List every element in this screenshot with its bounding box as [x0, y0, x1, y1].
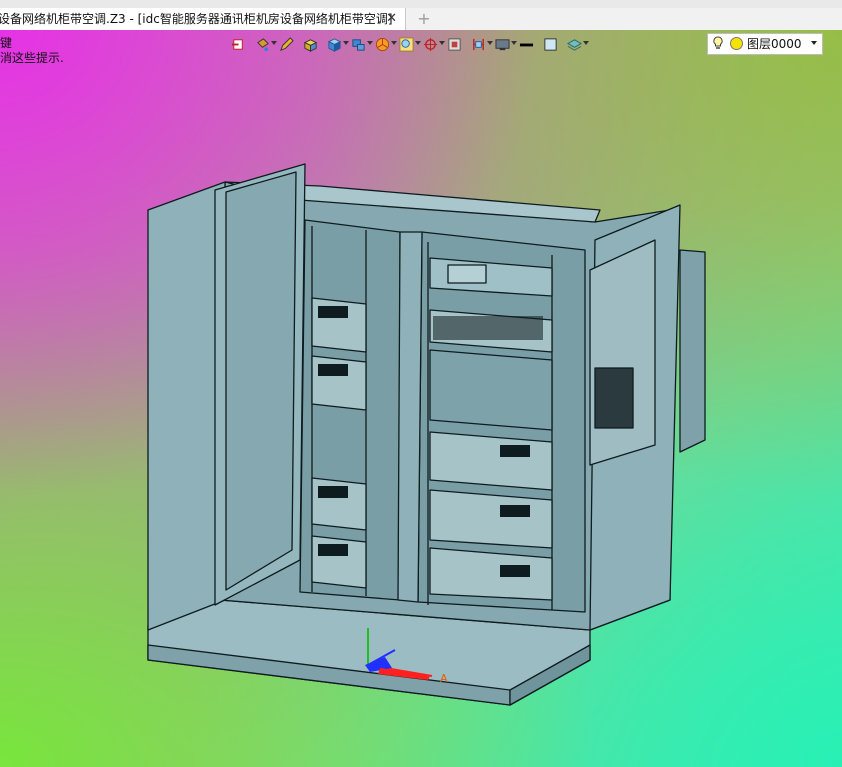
tab-active-document[interactable]: 设备网络机柜带空调.Z3 - [idc智能服务器通讯柜机房设备网络机柜带空调] … — [0, 8, 406, 30]
paint-bucket-icon[interactable] — [252, 35, 277, 53]
drawer-1 — [429, 431, 553, 491]
layer-color-swatch[interactable] — [730, 37, 743, 50]
shelf-1 — [429, 349, 553, 431]
cube-stack-icon[interactable] — [348, 35, 373, 53]
layer-dropdown[interactable]: 图层0000 — [707, 33, 823, 55]
crosshair-icon[interactable] — [420, 35, 445, 53]
prompt-line-2: 消这些提示. — [0, 51, 64, 65]
view-toolbar — [228, 34, 589, 54]
prompt-line-1: 键 — [0, 36, 13, 50]
close-icon[interactable]: ✕ — [386, 8, 397, 30]
bulb-icon[interactable] — [712, 36, 724, 51]
exit-icon[interactable] — [228, 35, 248, 53]
fill-square-icon[interactable] — [540, 35, 560, 53]
3d-viewport[interactable]: A — [0, 30, 842, 767]
box-yellow-icon[interactable] — [300, 35, 320, 53]
layer-name: 图层0000 — [747, 37, 802, 51]
command-prompt: 键 消这些提示. — [0, 36, 64, 66]
ac-unit — [589, 239, 656, 466]
layer-stack-icon[interactable] — [564, 35, 589, 53]
cabinet-model: A — [147, 163, 706, 706]
tab-label: 设备网络机柜带空调.Z3 - [idc智能服务器通讯柜机房设备网络机柜带空调] — [0, 12, 393, 26]
drawer-2 — [429, 489, 553, 549]
svg-text:A: A — [440, 672, 448, 685]
tab-bar: 设备网络机柜带空调.Z3 - [idc智能服务器通讯柜机房设备网络机柜带空调] … — [0, 8, 842, 31]
dimension-icon[interactable] — [468, 35, 493, 53]
cube-blue-icon[interactable] — [324, 35, 349, 53]
color-wheel-icon[interactable] — [372, 35, 397, 53]
line-style-icon[interactable] — [516, 35, 536, 53]
display-mode-icon[interactable] — [492, 35, 517, 53]
zoom-view-icon[interactable] — [396, 35, 421, 53]
left-drawer-3 — [311, 477, 367, 531]
new-tab-button[interactable]: + — [416, 8, 432, 30]
pencil-icon[interactable] — [276, 35, 296, 53]
left-door — [147, 181, 226, 631]
left-drawer-4 — [311, 535, 367, 589]
grid-frame-icon[interactable] — [444, 35, 464, 53]
chevron-down-icon[interactable] — [811, 41, 817, 45]
